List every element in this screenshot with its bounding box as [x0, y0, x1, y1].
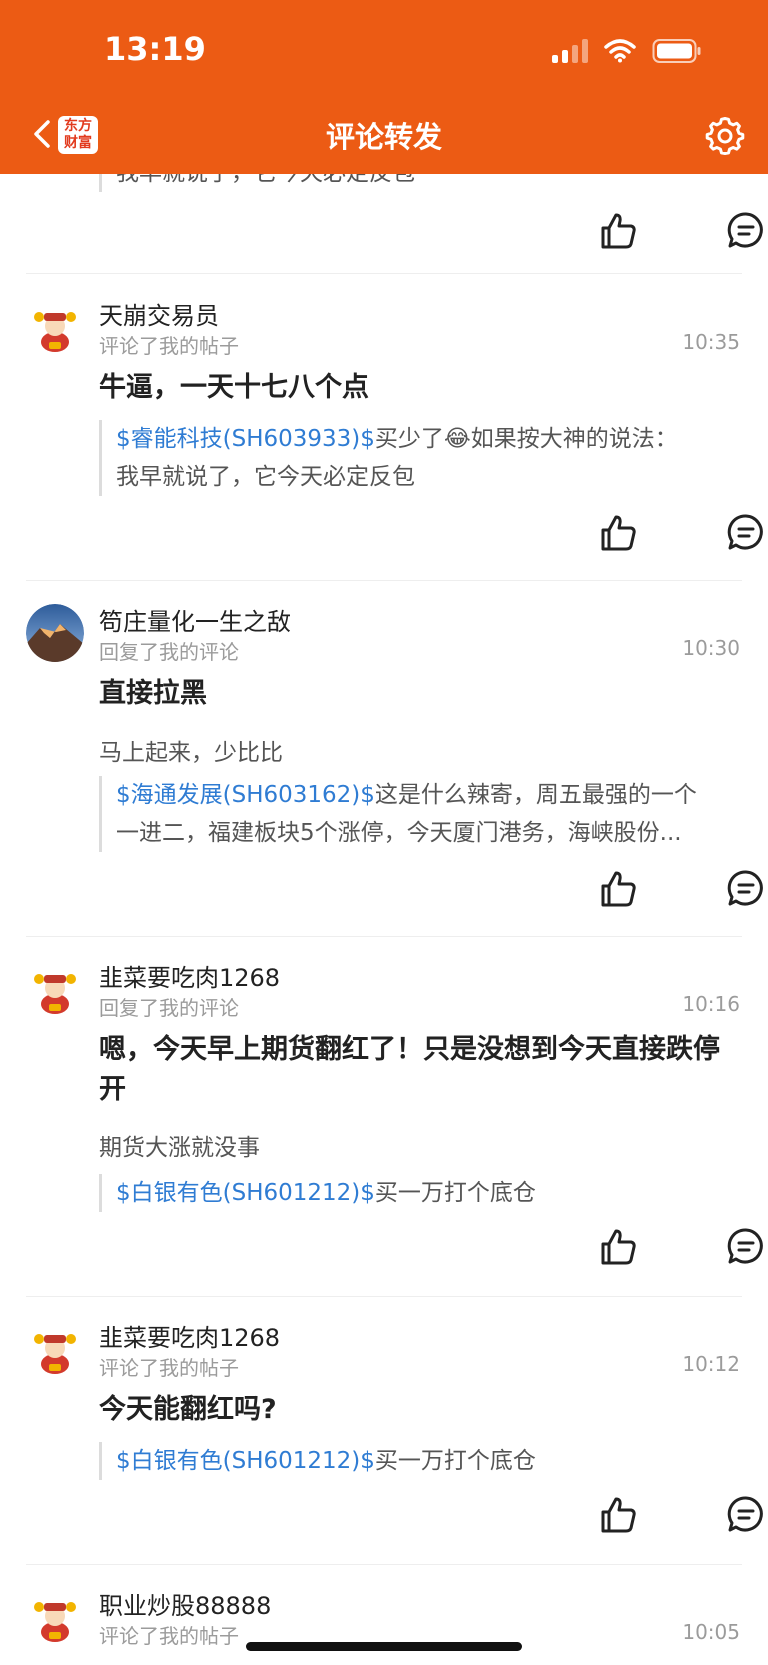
action-text: 评论了我的帖子 — [99, 334, 239, 358]
thumbs-up-icon[interactable] — [598, 868, 638, 910]
timestamp: 10:16 — [682, 992, 740, 1016]
timestamp: 10:05 — [682, 1620, 740, 1644]
avatar[interactable] — [26, 960, 84, 1018]
username[interactable]: 职业炒股88888 — [99, 1586, 271, 1621]
gear-icon[interactable] — [704, 115, 746, 157]
status-icons — [552, 38, 702, 64]
quoted-post[interactable]: $海通发展(SH603162)$这是什么辣寄，周五最强的一个 一进二，福建板块5… — [99, 776, 746, 852]
timestamp: 10:35 — [682, 330, 740, 354]
quote-line: 我早就说了，它今天必定反包 — [116, 464, 415, 490]
list-item[interactable]: 天崩交易员 评论了我的帖子 10:35 牛逼，一天十七八个点 $睿能科技(SH6… — [0, 274, 768, 581]
list-item[interactable]: 韭菜要吃肉1268 回复了我的评论 10:16 嗯，今天早上期货翻红了！只是没想… — [0, 936, 768, 1297]
username[interactable]: 韭菜要吃肉1268 — [99, 1318, 280, 1353]
avatar[interactable] — [26, 1588, 84, 1646]
item-actions — [548, 512, 768, 556]
comment-list: 我早就说了，它今天必定反包 天崩交易员 评论了我的帖子 10:35 牛逼，一 — [0, 174, 768, 1665]
quoted-post[interactable]: 我早就说了，它今天必定反包 — [99, 174, 746, 192]
timestamp: 10:12 — [682, 1352, 740, 1376]
status-time: 13:19 — [104, 30, 206, 68]
list-item[interactable]: 笱庄量化一生之敌 回复了我的评论 10:30 直接拉黑 马上起来，少比比 $海通… — [0, 580, 768, 937]
avatar[interactable] — [26, 604, 84, 662]
stock-link[interactable]: $白银有色(SH601212)$ — [116, 1180, 375, 1206]
quote-line: 我早就说了，它今天必定反包 — [116, 174, 746, 192]
comment-bubble-icon[interactable] — [726, 1494, 766, 1536]
username[interactable]: 天崩交易员 — [99, 296, 219, 331]
home-indicator[interactable] — [246, 1642, 522, 1651]
quote-line: 一进二，福建板块5个涨停，今天厦门港务，海峡股份... — [116, 820, 682, 846]
replied-comment: 期货大涨就没事 — [99, 1135, 260, 1161]
quoted-post[interactable]: $睿能科技(SH603933)$买少了😂如果按大神的说法： 我早就说了，它今天必… — [99, 420, 746, 496]
thumbs-up-icon[interactable] — [598, 210, 638, 252]
quote-text: 买一万打个底仓 — [374, 1448, 536, 1474]
thumbs-up-icon[interactable] — [598, 1226, 638, 1268]
battery-icon — [652, 39, 701, 63]
cellular-signal-icon — [552, 39, 588, 63]
item-actions — [548, 1226, 768, 1270]
item-actions — [548, 868, 768, 912]
thumbs-up-icon[interactable] — [598, 512, 638, 554]
quote-text: 买少了😂如果按大神的说法： — [374, 426, 678, 452]
username[interactable]: 韭菜要吃肉1268 — [99, 958, 280, 993]
comment-bubble-icon[interactable] — [726, 210, 766, 252]
quoted-post[interactable]: $白银有色(SH601212)$买一万打个底仓 — [99, 1174, 746, 1212]
action-text: 回复了我的评论 — [99, 996, 239, 1020]
action-text: 评论了我的帖子 — [99, 1356, 239, 1380]
action-text: 评论了我的帖子 — [99, 1624, 239, 1648]
stock-link[interactable]: $白银有色(SH601212)$ — [116, 1448, 375, 1474]
quote-text: 这是什么辣寄，周五最强的一个 — [374, 782, 697, 808]
item-actions — [548, 1494, 768, 1538]
page-title: 评论转发 — [325, 120, 442, 154]
comment-text: 牛逼，一天十七八个点 — [99, 372, 369, 403]
comment-text: 直接拉黑 — [99, 678, 207, 709]
comment-text: 今天能翻红吗? — [99, 1394, 277, 1425]
thumbs-up-icon[interactable] — [598, 1494, 638, 1536]
item-actions — [548, 210, 768, 254]
wifi-icon — [604, 39, 636, 63]
comment-bubble-icon[interactable] — [726, 1226, 766, 1268]
comment-bubble-icon[interactable] — [726, 868, 766, 910]
username[interactable]: 笱庄量化一生之敌 — [99, 602, 291, 637]
comment-text: 嗯，今天早上期货翻红了！只是没想到今天直接跌停开 — [99, 1034, 720, 1105]
quoted-post[interactable]: $白银有色(SH601212)$买一万打个底仓 — [99, 1442, 746, 1480]
stock-link[interactable]: $海通发展(SH603162)$ — [116, 782, 375, 808]
stock-link[interactable]: $睿能科技(SH603933)$ — [116, 426, 375, 452]
replied-comment: 马上起来，少比比 — [99, 740, 283, 766]
top-bar: 13:19 东方 财富 评论转发 — [0, 0, 768, 174]
list-item[interactable]: 韭菜要吃肉1268 评论了我的帖子 10:12 今天能翻红吗? $白银有色(SH… — [0, 1296, 768, 1565]
avatar[interactable] — [26, 298, 84, 356]
quote-text: 买一万打个底仓 — [374, 1180, 536, 1206]
comment-bubble-icon[interactable] — [726, 512, 766, 554]
timestamp: 10:30 — [682, 636, 740, 660]
action-text: 回复了我的评论 — [99, 640, 239, 664]
avatar[interactable] — [26, 1320, 84, 1378]
